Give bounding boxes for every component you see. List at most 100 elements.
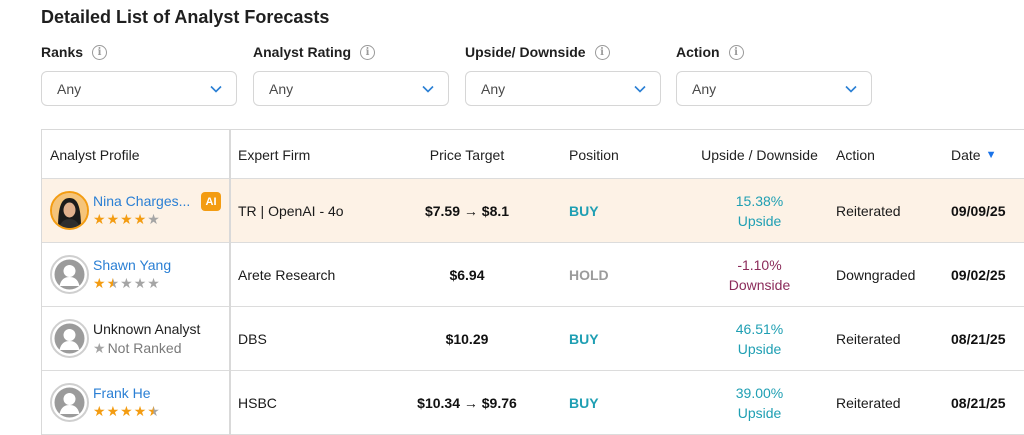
upside-downside-dropdown-value: Any	[481, 80, 506, 97]
star-half-icon: ★	[147, 403, 160, 419]
action-dropdown-value: Any	[692, 80, 717, 97]
column-header-expert-firm[interactable]: Expert Firm	[238, 130, 310, 179]
ai-badge: AI	[201, 192, 221, 211]
filter-action: Action i Any	[676, 44, 872, 106]
analyst-name-link[interactable]: Frank He	[93, 385, 151, 401]
analyst-avatar[interactable]	[50, 255, 89, 294]
column-header-upside-downside[interactable]: Upside / Downside	[687, 130, 832, 179]
ranks-dropdown[interactable]: Any	[41, 71, 237, 106]
analyst-name-link[interactable]: Nina Charges...	[93, 193, 190, 209]
ranks-dropdown-value: Any	[57, 80, 82, 97]
filter-ranks: Ranks i Any	[41, 44, 237, 106]
table-header-row: Analyst Profile Expert Firm Price Target…	[42, 130, 1024, 179]
table-row[interactable]: Shawn Yang ★ ★ ★ ★ ★ Arete Research $6.94 HO…	[42, 243, 1024, 307]
date-cell: 09/02/25	[951, 266, 1006, 283]
analyst-photo-icon	[52, 193, 87, 228]
analyst-name: Unknown Analyst	[93, 321, 201, 337]
date-cell: 08/21/25	[951, 330, 1006, 347]
upside-downside-percent: 15.38%	[735, 192, 784, 209]
expert-firm-cell: HSBC	[238, 394, 277, 411]
star-rating: ★ ★ ★ ★ ★	[93, 276, 160, 290]
chevron-down-icon	[845, 85, 857, 93]
star-full-icon: ★	[120, 403, 133, 419]
star-rating: ★ ★ ★ ★ ★	[93, 212, 160, 226]
action-cell: Reiterated	[836, 330, 901, 347]
filter-analyst-rating: Analyst Rating i Any	[253, 44, 449, 106]
default-user-icon	[54, 323, 85, 354]
default-user-icon	[54, 259, 85, 290]
analyst-rating-dropdown[interactable]: Any	[253, 71, 449, 106]
upside-downside-label: Downside	[728, 276, 791, 293]
expert-firm-cell: Arete Research	[238, 266, 336, 283]
star-empty-icon: ★	[147, 275, 160, 291]
position-cell: BUY	[569, 202, 599, 219]
column-header-action[interactable]: Action	[836, 130, 875, 179]
star-full-icon: ★	[93, 403, 106, 419]
price-target-cell: $10.29	[445, 330, 489, 347]
star-empty-icon: ★	[147, 211, 160, 227]
star-empty-icon: ★	[133, 275, 147, 291]
upside-downside-percent: 39.00%	[735, 384, 784, 401]
table-row[interactable]: Nina Charges... AI ★ ★ ★ ★ ★ TR | OpenAI - 4…	[42, 179, 1024, 243]
filter-upside-downside-label: Upside/ Downside	[465, 44, 586, 60]
upside-downside-label: Upside	[737, 212, 782, 229]
chevron-down-icon	[210, 85, 222, 93]
forecast-table: Analyst Profile Expert Firm Price Target…	[41, 129, 1024, 435]
star-empty-icon: ★	[120, 275, 133, 291]
info-icon[interactable]: i	[594, 44, 610, 60]
star-full-icon: ★	[120, 211, 133, 227]
info-icon[interactable]: i	[728, 44, 744, 60]
filter-upside-downside: Upside/ Downside i Any	[465, 44, 661, 106]
analyst-name-link[interactable]: Shawn Yang	[93, 257, 171, 273]
upside-downside-label: Upside	[737, 404, 782, 421]
position-cell: BUY	[569, 394, 599, 411]
filter-analyst-rating-label: Analyst Rating	[253, 44, 352, 60]
position-cell: HOLD	[569, 266, 609, 283]
action-cell: Reiterated	[836, 394, 901, 411]
column-header-date-label: Date	[951, 146, 981, 163]
star-full-icon: ★	[93, 211, 106, 227]
upside-downside-cell: 46.51% Upside	[687, 307, 832, 370]
chevron-down-icon	[634, 85, 646, 93]
column-divider	[229, 130, 231, 435]
default-user-icon	[54, 387, 85, 418]
analyst-avatar[interactable]	[50, 191, 89, 230]
upside-downside-dropdown[interactable]: Any	[465, 71, 661, 106]
upside-downside-cell: -1.10% Downside	[687, 243, 832, 306]
not-ranked-label: Not Ranked	[107, 340, 182, 356]
analyst-avatar	[50, 319, 89, 358]
star-half-icon: ★	[106, 275, 120, 291]
star-full-icon: ★	[133, 211, 147, 227]
upside-downside-percent: 46.51%	[735, 320, 784, 337]
star-full-icon: ★	[106, 211, 120, 227]
upside-downside-percent: -1.10%	[737, 256, 782, 273]
info-icon[interactable]: i	[92, 44, 108, 60]
upside-downside-label: Upside	[737, 340, 782, 357]
column-header-price-target[interactable]: Price Target	[387, 130, 547, 179]
expert-firm-cell: DBS	[238, 330, 267, 347]
upside-downside-cell: 39.00% Upside	[687, 371, 832, 434]
analyst-rating-dropdown-value: Any	[269, 80, 294, 97]
action-cell: Reiterated	[836, 202, 901, 219]
price-target-cell: $7.59 → $8.1	[424, 202, 510, 219]
price-target-cell: $10.34 → $9.76	[417, 394, 517, 411]
action-cell: Downgraded	[836, 266, 916, 283]
column-header-position[interactable]: Position	[569, 130, 619, 179]
star-full-icon: ★	[93, 275, 106, 291]
filter-action-label: Action	[676, 44, 720, 60]
table-row[interactable]: Frank He ★ ★ ★ ★ ★ HSBC $10.34 → $9.76 BUY 3…	[42, 371, 1024, 435]
star-icon: ★	[93, 340, 106, 356]
star-full-icon: ★	[106, 403, 120, 419]
action-dropdown[interactable]: Any	[676, 71, 872, 106]
info-icon[interactable]: i	[360, 44, 376, 60]
sort-desc-icon[interactable]: ▼	[986, 149, 997, 161]
position-cell: BUY	[569, 330, 599, 347]
chevron-down-icon	[422, 85, 434, 93]
date-cell: 08/21/25	[951, 394, 1006, 411]
analyst-avatar[interactable]	[50, 383, 89, 422]
column-header-date[interactable]: Date ▼	[951, 130, 996, 179]
expert-firm-cell: TR | OpenAI - 4o	[238, 202, 344, 219]
filter-ranks-label: Ranks	[41, 44, 84, 60]
table-row[interactable]: Unknown Analyst ★ Not Ranked DBS $10.29 B…	[42, 307, 1024, 371]
rank-status: ★ Not Ranked	[93, 340, 182, 356]
